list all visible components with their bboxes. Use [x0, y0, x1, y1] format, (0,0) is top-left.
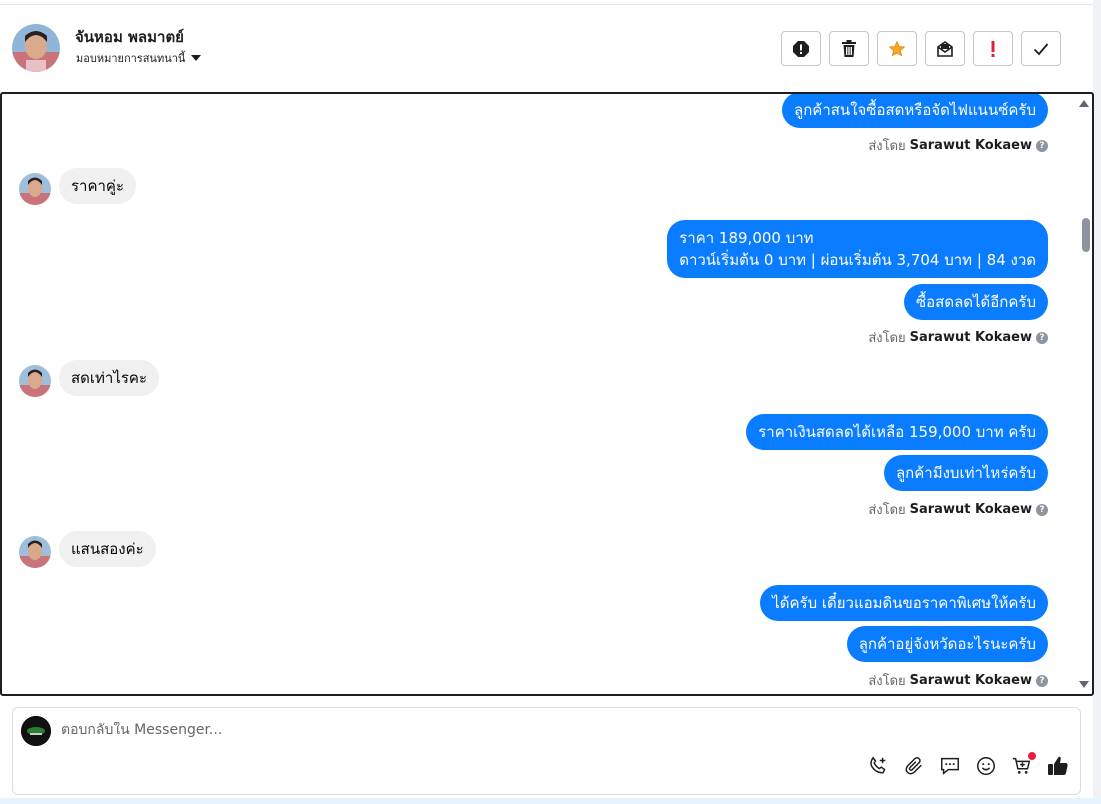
sent-by-prefix: ส่งโดย: [868, 674, 906, 689]
follow-up-button[interactable]: [973, 31, 1013, 66]
scroll-down-arrow[interactable]: [1079, 681, 1089, 688]
saved-reply-icon: [941, 757, 959, 775]
contact-avatar-small: [19, 536, 51, 568]
alert-circle-icon: [793, 40, 809, 57]
sent-by-prefix: ส่งโดย: [868, 139, 906, 154]
page-avatar: [21, 716, 51, 746]
saved-reply-button[interactable]: [938, 754, 962, 778]
message-outgoing: ราคาเงินสดลดได้เหลือ 159,000 บาท ครับ: [746, 414, 1048, 450]
phone-plus-icon: [870, 756, 886, 774]
message-text: ซื้อสดลดได้อีกครับ: [915, 293, 1036, 311]
contact-avatar[interactable]: [12, 24, 60, 72]
message-outgoing: ได้ครับ เดี๋ยวแอมดินขอราคาพิเศษให้ครับ: [760, 585, 1048, 621]
delete-button[interactable]: [829, 31, 869, 66]
message-text: ลูกค้าอยู่จังหวัดอะไรนะครับ: [858, 635, 1036, 653]
message-text: แสนสองค่ะ: [71, 540, 144, 558]
reply-input[interactable]: [61, 722, 821, 738]
help-icon[interactable]: ?: [1036, 331, 1048, 344]
message-text-line: ดาวน์เริ่มต้น 0 บาท | ผ่อนเริ่มต้น 3,704…: [679, 251, 1036, 269]
exclamation-icon: [991, 40, 995, 57]
sent-by-label: ส่งโดย Sarawut Kokaew ?: [868, 135, 1048, 156]
message-outgoing: ซื้อสดลดได้อีกครับ: [903, 284, 1048, 320]
sender-name: Sarawut Kokaew: [909, 330, 1032, 345]
message-text: ลูกค้าสนใจซื้อสดหรือจัดไฟแนนซ์ครับ: [794, 101, 1036, 119]
attach-button[interactable]: [902, 754, 926, 778]
right-edge-panel: [1093, 0, 1101, 804]
header-actions: [781, 31, 1061, 66]
call-button[interactable]: [866, 754, 890, 778]
scrollbar-thumb[interactable]: [1082, 218, 1090, 252]
reply-composer: [12, 707, 1081, 795]
sender-name: Sarawut Kokaew: [909, 673, 1032, 688]
message-text: สดเท่าไรคะ: [71, 369, 148, 387]
emoji-button[interactable]: [974, 754, 998, 778]
notification-dot: [1028, 752, 1036, 760]
checkmark-icon: [1033, 42, 1049, 55]
sent-by-label: ส่งโดย Sarawut Kokaew ?: [868, 499, 1048, 520]
bottom-strip: [0, 798, 1101, 804]
chevron-down-icon: [191, 55, 202, 61]
composer-toolbar: [866, 752, 1070, 778]
star-icon: [888, 40, 906, 57]
envelope-icon: [937, 40, 953, 57]
contact-avatar-small: [19, 173, 51, 205]
sent-by-prefix: ส่งโดย: [868, 503, 906, 518]
star-button[interactable]: [877, 31, 917, 66]
thumbs-up-icon: [1048, 756, 1068, 775]
help-icon[interactable]: ?: [1036, 139, 1048, 152]
mark-unread-button[interactable]: [925, 31, 965, 66]
message-outgoing: ราคา 189,000 บาท ดาวน์เริ่มต้น 0 บาท | ผ…: [667, 220, 1048, 278]
mark-done-button[interactable]: [1021, 31, 1061, 66]
sent-by-label: ส่งโดย Sarawut Kokaew ?: [868, 670, 1048, 691]
help-icon[interactable]: ?: [1036, 503, 1048, 516]
sent-by-prefix: ส่งโดย: [868, 331, 906, 346]
message-incoming: แสนสองค่ะ: [59, 531, 156, 567]
message-text: ได้ครับ เดี๋ยวแอมดินขอราคาพิเศษให้ครับ: [772, 594, 1036, 612]
sender-name: Sarawut Kokaew: [909, 138, 1032, 153]
help-icon[interactable]: ?: [1036, 674, 1048, 687]
message-outgoing: ลูกค้าสนใจซื้อสดหรือจัดไฟแนนซ์ครับ: [782, 94, 1048, 128]
paperclip-icon: [905, 757, 922, 775]
message-text-line: ราคา 189,000 บาท: [679, 229, 814, 247]
assign-conversation-dropdown[interactable]: มอบหมายการสนทนานี้: [76, 49, 202, 67]
shop-button[interactable]: [1010, 752, 1036, 778]
assign-label: มอบหมายการสนทนานี้: [76, 52, 186, 65]
message-text: ราคาคู่ะ: [71, 177, 125, 195]
message-outgoing: ลูกค้าอยู่จังหวัดอะไรนะครับ: [846, 626, 1048, 662]
message-incoming: สดเท่าไรคะ: [59, 360, 160, 396]
message-incoming: ราคาคู่ะ: [59, 168, 137, 204]
emoji-icon: [977, 757, 995, 775]
contact-avatar-small: [19, 365, 51, 397]
sender-name: Sarawut Kokaew: [909, 502, 1032, 517]
message-thread[interactable]: ลูกค้าสนใจซื้อสดหรือจัดไฟแนนซ์ครับ ส่งโด…: [0, 92, 1094, 696]
message-outgoing: ลูกค้ามีงบเท่าไหร่ครับ: [883, 455, 1048, 491]
conversation-header: จันหอม พลมาตย์ มอบหมายการสนทนานี้: [0, 5, 1093, 91]
message-text: ลูกค้ามีงบเท่าไหร่ครับ: [895, 464, 1036, 482]
scroll-up-arrow[interactable]: [1079, 100, 1089, 107]
like-button[interactable]: [1046, 754, 1070, 778]
message-text: ราคาเงินสดลดได้เหลือ 159,000 บาท ครับ: [758, 423, 1036, 441]
trash-icon: [842, 39, 856, 57]
contact-name: จันหอม พลมาตย์: [75, 28, 184, 46]
sent-by-label: ส่งโดย Sarawut Kokaew ?: [868, 327, 1048, 348]
report-spam-button[interactable]: [781, 31, 821, 66]
